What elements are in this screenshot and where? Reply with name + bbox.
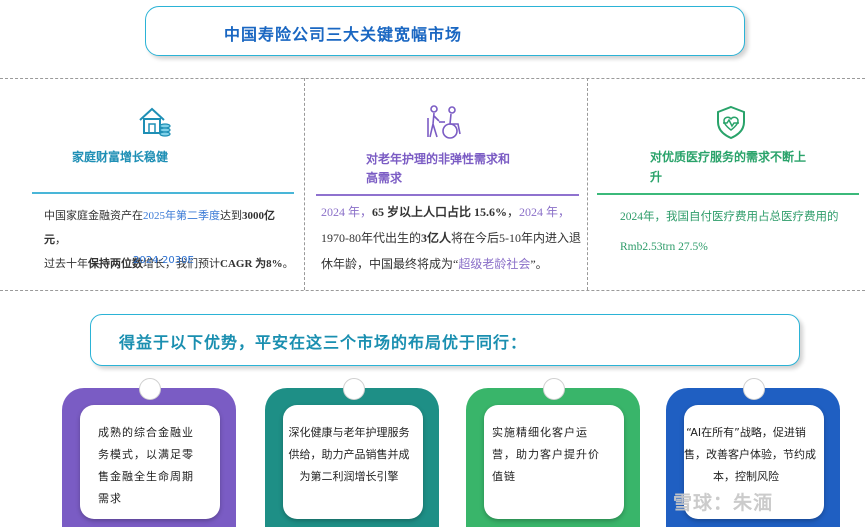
market-2-title-line1: 对老年护理的非弹性需求和 bbox=[366, 152, 511, 166]
market-3-rule bbox=[597, 193, 859, 195]
card-2-line-2: 供给，助力产品销售并成 bbox=[288, 448, 410, 461]
card-1-line-1: 成熟的综合金融业 bbox=[98, 426, 194, 439]
market-3-title-line2: 升 bbox=[650, 170, 663, 184]
market-1-text-segment: 中国家庭金融资产在 bbox=[44, 210, 143, 222]
card-1-circle bbox=[139, 378, 161, 400]
market-2-text-segment: 65 岁以上人口占比 15.6% bbox=[372, 205, 508, 219]
market-2-line-2: 1970-80年代出生的3亿人将在今后5-10年内进入退 bbox=[321, 225, 583, 251]
benefit-title: 得益于以下优势，平安在这三个市场的布局优于同行： bbox=[119, 333, 528, 352]
market-1-text-segment: 。 bbox=[282, 258, 294, 270]
card-1-text: 成熟的综合金融业 务模式，以满足零 售金融全生命周期 需求 bbox=[98, 422, 206, 510]
card-4-line-1: “AI在所有”战略，促进销 bbox=[686, 426, 806, 439]
market-1-title: 家庭财富增长稳健 bbox=[72, 150, 169, 164]
market-2-title-line2: 高需求 bbox=[366, 171, 403, 185]
title-box: 中国寿险公司三大关键宽幅市场 bbox=[145, 6, 745, 56]
market-2-text-segment: 超级老龄社会 bbox=[458, 257, 531, 271]
market-1-text-segment: ， bbox=[55, 234, 66, 246]
card-3-text: 实施精细化客户运 营，助力客户提升价 值链 bbox=[492, 422, 600, 488]
market-2-text-segment: 1970-80年代出生的 bbox=[321, 231, 421, 245]
market-2-text-segment: 休年龄，中国最终将成为“ bbox=[321, 257, 459, 271]
market-2-line-1: 2024 年，65 岁以上人口占比 15.6%，2024 年， bbox=[321, 199, 583, 225]
market-2-line-3: 休年龄，中国最终将成为“超级老龄社会”。 bbox=[321, 251, 583, 277]
elderly-care-icon bbox=[425, 104, 465, 140]
card-1-line-4: 需求 bbox=[98, 492, 122, 505]
page-title: 中国寿险公司三大关键宽幅市场 bbox=[224, 25, 463, 44]
watermark-text: 雪球：朱湎 bbox=[673, 492, 774, 514]
market-1-line-1: 中国家庭金融资产在2025年第二季度达到3000亿元， bbox=[44, 204, 294, 252]
market-1-text-segment: CAGR 为8% bbox=[220, 258, 283, 270]
card-4-line-3: 本，控制风险 bbox=[713, 470, 779, 483]
card-3-line-3: 值链 bbox=[492, 470, 516, 483]
card-4-text: “AI在所有”战略，促进销 售，改善客户体验，节约成本，控制风险 bbox=[684, 422, 816, 488]
benefit-box: 得益于以下优势，平安在这三个市场的布局优于同行： bbox=[90, 314, 800, 366]
card-3-circle bbox=[543, 378, 565, 400]
card-3-line-1: 实施精细化客户运 bbox=[492, 426, 588, 439]
market-1-text-segment: 过去十年 bbox=[44, 258, 88, 270]
market-3-line-2: Rmb2.53trn 27.5% bbox=[620, 241, 708, 253]
market-2-text-segment: ”。 bbox=[530, 257, 548, 271]
house-coins-icon bbox=[136, 104, 172, 140]
dashed-divider-left bbox=[304, 78, 305, 290]
dashed-divider-right bbox=[587, 78, 588, 290]
watermark: 雪球：朱湎 bbox=[673, 488, 773, 515]
card-4-line-2: 售，改善客户体验，节约成 bbox=[684, 448, 816, 461]
card-4-circle bbox=[743, 378, 765, 400]
market-3-line-1: 2024年，我国自付医疗费用占总医疗费用的 bbox=[620, 211, 839, 223]
market-1-rule bbox=[32, 192, 294, 194]
card-2-line-1: 深化健康与老年护理服务 bbox=[288, 426, 410, 439]
market-2-rule bbox=[316, 194, 579, 196]
market-3-title-line1: 对优质医疗服务的需求不断上 bbox=[650, 150, 807, 164]
dashed-divider-bottom bbox=[0, 290, 865, 291]
market-1-text-segment: 2025年第二季度 bbox=[143, 210, 220, 222]
market-2-text-segment: 3亿人 bbox=[421, 231, 452, 245]
market-2-title: 对老年护理的非弹性需求和 高需求 bbox=[366, 150, 510, 188]
market-2-text-segment: 2024 年， bbox=[519, 205, 571, 219]
card-1-line-3: 售金融全生命周期 bbox=[98, 470, 194, 483]
card-1-line-2: 务模式，以满足零 bbox=[98, 448, 194, 461]
card-2-line-3: 为第二利润增长引擎 bbox=[299, 470, 399, 483]
health-shield-icon bbox=[713, 104, 749, 140]
market-2-text-segment: 将在今后5-10年内进入退 bbox=[451, 231, 582, 245]
market-2-text-segment: ， bbox=[507, 205, 520, 219]
market-2-body: 2024 年，65 岁以上人口占比 15.6%，2024 年， 1970-80年代… bbox=[321, 199, 583, 277]
card-2-circle bbox=[343, 378, 365, 400]
market-2-text-segment: 2024 年， bbox=[321, 205, 373, 219]
market-1-text-segment: 达到 bbox=[220, 210, 242, 222]
card-3-line-2: 营，助力客户提升价 bbox=[492, 448, 600, 461]
market-3-title: 对优质医疗服务的需求不断上 升 bbox=[650, 147, 806, 187]
market-1-footnote: 2024-2030E bbox=[133, 255, 194, 266]
market-3-body: 2024年，我国自付医疗费用占总医疗费用的 Rmb2.53trn 27.5% bbox=[620, 202, 860, 262]
dashed-divider-top bbox=[0, 78, 865, 79]
card-2-text: 深化健康与老年护理服务 供给，助力产品销售并成 为第二利润增长引擎 bbox=[287, 422, 411, 488]
